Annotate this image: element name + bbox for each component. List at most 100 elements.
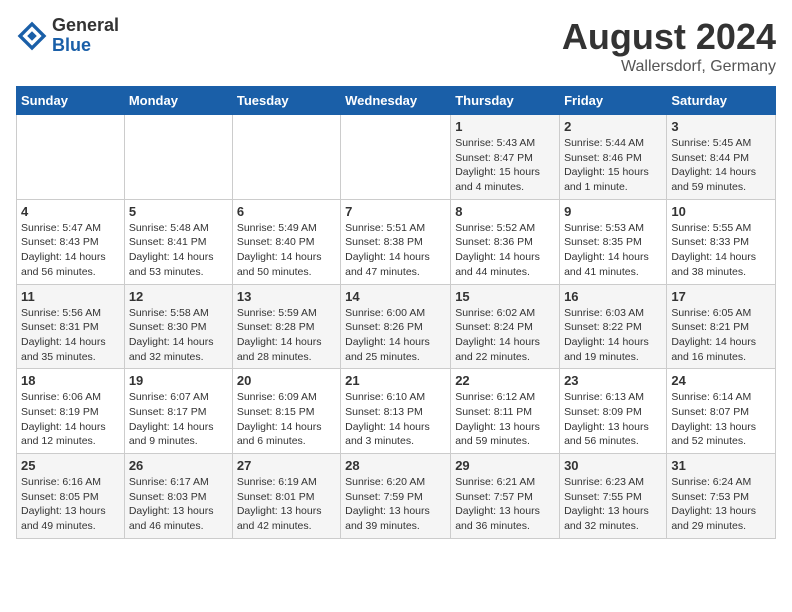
calendar-cell: 17Sunrise: 6:05 AM Sunset: 8:21 PM Dayli… bbox=[667, 284, 776, 369]
day-info: Sunrise: 5:56 AM Sunset: 8:31 PM Dayligh… bbox=[21, 306, 120, 365]
calendar-cell bbox=[232, 115, 340, 200]
calendar-cell: 15 Sunrise: 6:02 AM Sunset: 8:24 PM Dayli… bbox=[451, 284, 560, 369]
calendar-cell bbox=[341, 115, 451, 200]
weekday-header-tuesday: Tuesday bbox=[232, 87, 340, 115]
day-number: 19 bbox=[129, 373, 228, 388]
calendar-cell: 20Sunrise: 6:09 AM Sunset: 8:15 PM Dayli… bbox=[232, 369, 340, 454]
day-info: Sunrise: 6:07 AM Sunset: 8:17 PM Dayligh… bbox=[129, 390, 228, 449]
day-info: Sunrise: 5:45 AM Sunset: 8:44 PM Dayligh… bbox=[671, 136, 771, 195]
calendar-cell: 9Sunrise: 5:53 AM Sunset: 8:35 PM Daylig… bbox=[560, 199, 667, 284]
calendar-cell: 4 Sunrise: 5:47 AM Sunset: 8:43 PM Daylig… bbox=[17, 199, 125, 284]
day-number: 18 bbox=[21, 373, 120, 388]
logo-blue-text: Blue bbox=[52, 36, 119, 56]
day-info: Sunrise: 6:20 AM Sunset: 7:59 PM Dayligh… bbox=[345, 475, 446, 534]
day-info: Sunrise: 5:49 AM Sunset: 8:40 PM Dayligh… bbox=[237, 221, 336, 280]
day-info: Sunrise: 5:52 AM Sunset: 8:36 PM Dayligh… bbox=[455, 221, 555, 280]
calendar-cell: 25 Sunrise: 6:16 AM Sunset: 8:05 PM Dayli… bbox=[17, 454, 125, 539]
day-number: 5 bbox=[129, 204, 228, 219]
day-info: Sunrise: 6:03 AM Sunset: 8:22 PM Dayligh… bbox=[564, 306, 662, 365]
month-year-title: August 2024 bbox=[562, 16, 776, 58]
logo-text: General Blue bbox=[52, 16, 119, 56]
weekday-header-thursday: Thursday bbox=[451, 87, 560, 115]
weekday-header-sunday: Sunday bbox=[17, 87, 125, 115]
day-info: Sunrise: 6:13 AM Sunset: 8:09 PM Dayligh… bbox=[564, 390, 662, 449]
day-number: 28 bbox=[345, 458, 446, 473]
calendar-cell: 12 Sunrise: 5:58 AM Sunset: 8:30 PM Dayli… bbox=[124, 284, 232, 369]
calendar-cell: 21 Sunrise: 6:10 AM Sunset: 8:13 PM Dayli… bbox=[341, 369, 451, 454]
day-number: 22 bbox=[455, 373, 555, 388]
calendar-cell: 10 Sunrise: 5:55 AM Sunset: 8:33 PM Dayli… bbox=[667, 199, 776, 284]
day-info: Sunrise: 6:17 AM Sunset: 8:03 PM Dayligh… bbox=[129, 475, 228, 534]
calendar-cell: 8 Sunrise: 5:52 AM Sunset: 8:36 PM Daylig… bbox=[451, 199, 560, 284]
day-info: Sunrise: 6:19 AM Sunset: 8:01 PM Dayligh… bbox=[237, 475, 336, 534]
calendar-cell: 6Sunrise: 5:49 AM Sunset: 8:40 PM Daylig… bbox=[232, 199, 340, 284]
day-info: Sunrise: 5:51 AM Sunset: 8:38 PM Dayligh… bbox=[345, 221, 446, 280]
calendar-week-row: 18 Sunrise: 6:06 AM Sunset: 8:19 PM Dayli… bbox=[17, 369, 776, 454]
day-number: 13 bbox=[237, 289, 336, 304]
weekday-header-row: SundayMondayTuesdayWednesdayThursdayFrid… bbox=[17, 87, 776, 115]
calendar-cell: 29Sunrise: 6:21 AM Sunset: 7:57 PM Dayli… bbox=[451, 454, 560, 539]
day-info: Sunrise: 6:05 AM Sunset: 8:21 PM Dayligh… bbox=[671, 306, 771, 365]
day-number: 21 bbox=[345, 373, 446, 388]
calendar-cell: 28 Sunrise: 6:20 AM Sunset: 7:59 PM Dayli… bbox=[341, 454, 451, 539]
day-number: 10 bbox=[671, 204, 771, 219]
day-info: Sunrise: 6:10 AM Sunset: 8:13 PM Dayligh… bbox=[345, 390, 446, 449]
day-info: Sunrise: 6:14 AM Sunset: 8:07 PM Dayligh… bbox=[671, 390, 771, 449]
calendar-cell: 18 Sunrise: 6:06 AM Sunset: 8:19 PM Dayli… bbox=[17, 369, 125, 454]
day-info: Sunrise: 5:44 AM Sunset: 8:46 PM Dayligh… bbox=[564, 136, 662, 195]
calendar-cell: 19 Sunrise: 6:07 AM Sunset: 8:17 PM Dayli… bbox=[124, 369, 232, 454]
calendar-cell: 30Sunrise: 6:23 AM Sunset: 7:55 PM Dayli… bbox=[560, 454, 667, 539]
day-number: 25 bbox=[21, 458, 120, 473]
day-info: Sunrise: 5:53 AM Sunset: 8:35 PM Dayligh… bbox=[564, 221, 662, 280]
day-number: 8 bbox=[455, 204, 555, 219]
calendar-cell: 22 Sunrise: 6:12 AM Sunset: 8:11 PM Dayli… bbox=[451, 369, 560, 454]
day-number: 16 bbox=[564, 289, 662, 304]
day-number: 15 bbox=[455, 289, 555, 304]
day-info: Sunrise: 5:55 AM Sunset: 8:33 PM Dayligh… bbox=[671, 221, 771, 280]
calendar-week-row: 11 Sunrise: 5:56 AM Sunset: 8:31 PM Dayli… bbox=[17, 284, 776, 369]
weekday-header-wednesday: Wednesday bbox=[341, 87, 451, 115]
day-info: Sunrise: 5:58 AM Sunset: 8:30 PM Dayligh… bbox=[129, 306, 228, 365]
weekday-header-friday: Friday bbox=[560, 87, 667, 115]
day-info: Sunrise: 6:21 AM Sunset: 7:57 PM Dayligh… bbox=[455, 475, 555, 534]
calendar-week-row: 25 Sunrise: 6:16 AM Sunset: 8:05 PM Dayli… bbox=[17, 454, 776, 539]
calendar-cell bbox=[124, 115, 232, 200]
calendar-week-row: 1Sunrise: 5:43 AM Sunset: 8:47 PM Daylig… bbox=[17, 115, 776, 200]
day-info: Sunrise: 6:00 AM Sunset: 8:26 PM Dayligh… bbox=[345, 306, 446, 365]
location-subtitle: Wallersdorf, Germany bbox=[562, 58, 776, 76]
calendar-cell: 14Sunrise: 6:00 AM Sunset: 8:26 PM Dayli… bbox=[341, 284, 451, 369]
calendar-cell bbox=[17, 115, 125, 200]
calendar-cell: 27Sunrise: 6:19 AM Sunset: 8:01 PM Dayli… bbox=[232, 454, 340, 539]
calendar-cell: 1Sunrise: 5:43 AM Sunset: 8:47 PM Daylig… bbox=[451, 115, 560, 200]
day-number: 2 bbox=[564, 119, 662, 134]
day-info: Sunrise: 5:47 AM Sunset: 8:43 PM Dayligh… bbox=[21, 221, 120, 280]
calendar-week-row: 4 Sunrise: 5:47 AM Sunset: 8:43 PM Daylig… bbox=[17, 199, 776, 284]
calendar-table: SundayMondayTuesdayWednesdayThursdayFrid… bbox=[16, 86, 776, 539]
calendar-cell: 3 Sunrise: 5:45 AM Sunset: 8:44 PM Daylig… bbox=[667, 115, 776, 200]
day-info: Sunrise: 5:48 AM Sunset: 8:41 PM Dayligh… bbox=[129, 221, 228, 280]
day-info: Sunrise: 6:12 AM Sunset: 8:11 PM Dayligh… bbox=[455, 390, 555, 449]
calendar-cell: 26 Sunrise: 6:17 AM Sunset: 8:03 PM Dayli… bbox=[124, 454, 232, 539]
weekday-header-saturday: Saturday bbox=[667, 87, 776, 115]
day-number: 3 bbox=[671, 119, 771, 134]
page-header: General Blue August 2024 Wallersdorf, Ge… bbox=[16, 16, 776, 76]
logo-icon bbox=[16, 20, 48, 52]
day-number: 4 bbox=[21, 204, 120, 219]
calendar-cell: 23Sunrise: 6:13 AM Sunset: 8:09 PM Dayli… bbox=[560, 369, 667, 454]
day-number: 11 bbox=[21, 289, 120, 304]
calendar-cell: 2 Sunrise: 5:44 AM Sunset: 8:46 PM Daylig… bbox=[560, 115, 667, 200]
day-info: Sunrise: 5:43 AM Sunset: 8:47 PM Dayligh… bbox=[455, 136, 555, 195]
day-info: Sunrise: 6:02 AM Sunset: 8:24 PM Dayligh… bbox=[455, 306, 555, 365]
weekday-header-monday: Monday bbox=[124, 87, 232, 115]
day-info: Sunrise: 6:06 AM Sunset: 8:19 PM Dayligh… bbox=[21, 390, 120, 449]
title-area: August 2024 Wallersdorf, Germany bbox=[562, 16, 776, 76]
day-number: 12 bbox=[129, 289, 228, 304]
logo-general-text: General bbox=[52, 16, 119, 36]
day-number: 7 bbox=[345, 204, 446, 219]
day-number: 26 bbox=[129, 458, 228, 473]
day-info: Sunrise: 6:23 AM Sunset: 7:55 PM Dayligh… bbox=[564, 475, 662, 534]
calendar-cell: 24 Sunrise: 6:14 AM Sunset: 8:07 PM Dayli… bbox=[667, 369, 776, 454]
calendar-cell: 16 Sunrise: 6:03 AM Sunset: 8:22 PM Dayli… bbox=[560, 284, 667, 369]
day-number: 24 bbox=[671, 373, 771, 388]
day-info: Sunrise: 6:16 AM Sunset: 8:05 PM Dayligh… bbox=[21, 475, 120, 534]
